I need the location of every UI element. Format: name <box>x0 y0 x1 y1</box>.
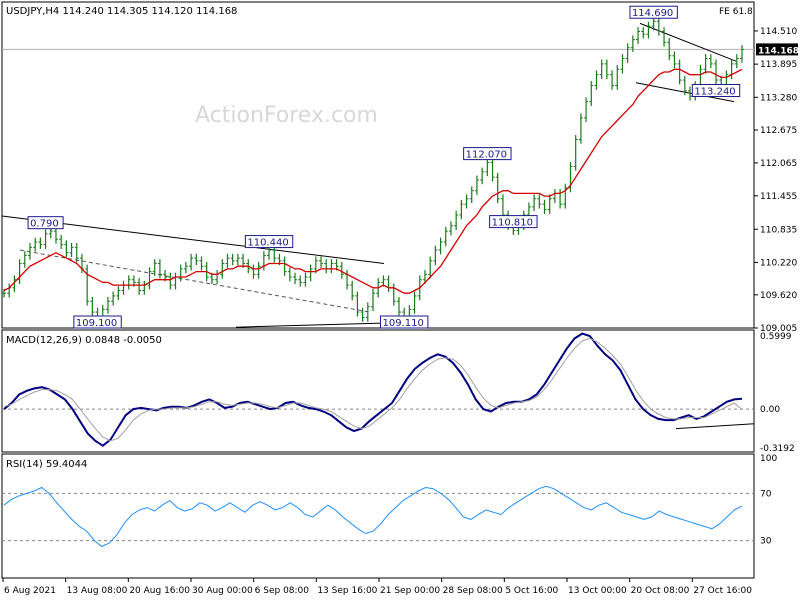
price-annotation-label: 109.100 <box>76 318 117 329</box>
price-annotation-label: 114.690 <box>632 8 673 19</box>
rsi-line <box>3 485 743 548</box>
price-y-tick-label: 113.280 <box>760 93 797 103</box>
price-y-tick-label: 110.835 <box>760 225 797 235</box>
x-tick-label: 27 Oct 16:00 <box>693 586 752 596</box>
x-tick-label: 30 Aug 00:00 <box>192 586 253 596</box>
price-y-tick-label: 112.065 <box>760 159 797 169</box>
price-annotation-label: 109.110 <box>382 318 423 329</box>
price-y-tick-label: 109.620 <box>760 291 797 301</box>
price-pane-title: USDJPY,H4 114.240 114.305 114.120 114.16… <box>6 6 237 17</box>
x-tick-label: 13 Oct 00:00 <box>568 586 627 596</box>
x-tick-label: 13 Aug 08:00 <box>67 586 128 596</box>
watermark: ActionForex.com <box>195 103 378 128</box>
macd-y-tick-label: 0.00 <box>760 405 780 415</box>
trendline-upper-right <box>639 22 737 62</box>
macd-layer <box>2 332 755 447</box>
macd-y-tick-label: 0.5999 <box>760 332 792 342</box>
price-annotation-label: 110.440 <box>247 238 288 249</box>
price-y-tick-label: 110.220 <box>760 258 797 268</box>
price-annotation-label: 110.810 <box>492 218 533 229</box>
rsi-pane-frame <box>1 453 755 579</box>
usdjpy-chart-window: 0.790 109.100 110.440 109.110 112.070 110.810… <box>0 0 800 600</box>
price-y-tick-label: 114.510 <box>760 27 797 37</box>
x-tick-label: 20 Aug 16:00 <box>129 586 190 596</box>
trendline-dashed-left <box>19 249 371 313</box>
price-y-tick-label: 113.895 <box>760 60 797 70</box>
current-price-tag-label: 114.168 <box>758 46 799 56</box>
price-annotation-label: 113.240 <box>694 86 735 97</box>
x-tick-label: 20 Oct 08:00 <box>631 586 690 596</box>
x-tick-label: 6 Sep 08:00 <box>255 586 310 596</box>
x-tick-label: 13 Sep 16:00 <box>317 586 377 596</box>
rsi-y-tick-label: 70 <box>760 489 772 499</box>
x-tick-label: 6 Aug 2021 <box>4 586 56 596</box>
x-tick-label: 21 Sep 00:00 <box>380 586 440 596</box>
rsi-layer <box>2 485 754 548</box>
macd-line <box>3 332 743 447</box>
price-layer: 0.790 109.100 110.440 109.110 112.070 110.810… <box>1 5 754 329</box>
rsi-y-tick-label: 100 <box>760 454 777 464</box>
price-y-tick-label: 112.675 <box>760 126 797 136</box>
price-y-tick-label: 111.455 <box>760 192 797 202</box>
chart-svg: 0.790 109.100 110.440 109.110 112.070 110.810… <box>1 1 799 596</box>
rsi-y-tick-label: 30 <box>760 537 772 547</box>
fe-label: FE 61.8 <box>719 7 753 17</box>
rsi-pane-title: RSI(14) 59.4044 <box>6 459 87 470</box>
macd-pane-title: MACD(12,26,9) 0.0848 -0.0050 <box>6 335 162 346</box>
macd-trendline <box>675 423 755 430</box>
price-annotation-label: 0.790 <box>30 219 59 230</box>
macd-y-tick-label: -0.3192 <box>760 444 795 454</box>
price-annotation-label: 112.070 <box>466 150 507 161</box>
x-tick-label: 28 Sep 08:00 <box>443 586 503 596</box>
axis-layer: 114.510 113.895 113.280 112.675 112.065 111.4… <box>2 27 799 596</box>
x-tick-label: 5 Oct 16:00 <box>505 586 558 596</box>
